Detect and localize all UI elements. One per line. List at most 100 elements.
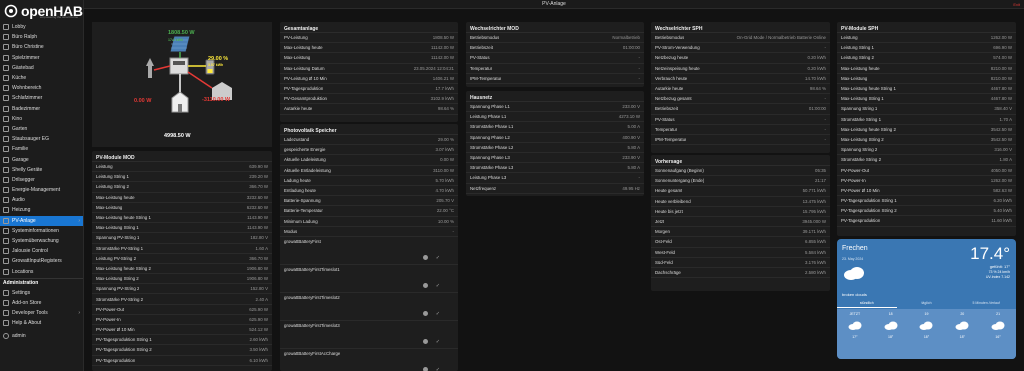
checkmark-icon[interactable]: ✓ [436, 339, 440, 345]
sidebar-item-energie-management[interactable]: Energie-Management [0, 185, 83, 195]
clear-icon[interactable] [422, 254, 428, 260]
item-value: 2.60 kWh [249, 337, 268, 343]
weather-tab-0[interactable]: stündlich [837, 299, 897, 308]
sidebar-item-lobby[interactable]: Lobby [0, 22, 83, 32]
item-value: 5.00 A [627, 124, 640, 130]
item-value: 639.90 W [249, 164, 268, 170]
list-item: PV-Power-In 625.90 W [92, 315, 272, 325]
checkmark-icon[interactable]: ✓ [436, 255, 440, 261]
item-value: 3945.000 W [802, 219, 826, 225]
sidebar-item-b-ro-ralph[interactable]: Büro Ralph [0, 32, 83, 42]
control-row[interactable]: growattBatteryFirstAcCharge ✓ [280, 349, 458, 371]
list-item: Stromstärke PV-String 2 2.40 A [92, 294, 272, 305]
control-row[interactable]: growattBatteryFirst ✓ [280, 237, 458, 265]
exit-button[interactable]: Exit [1013, 0, 1020, 9]
control-row[interactable]: growattBatteryFirstTimeslot2 ✓ [280, 293, 458, 321]
list-item: Max-Leistung heute String 1 4467.80 W [837, 84, 1016, 95]
sidebar-item-drilsegger[interactable]: Drilsegger [0, 175, 83, 185]
admin-header: Administration [0, 277, 83, 288]
list-item: Leistung Phase L1 4273.10 W [466, 112, 644, 123]
sidebar-item-jalousie-control[interactable]: Jalousie Control [0, 246, 83, 256]
item-value: 3.176 kWh [805, 259, 826, 265]
forecast-time: 19 [924, 312, 929, 316]
weather-forecast: JETZT 17° 18 18° 19 18° 20 18° 21 16° [837, 309, 1016, 359]
item-value: 8210.00 W [990, 75, 1012, 81]
clear-icon[interactable] [422, 282, 428, 288]
weather-temperature: 17.4° [970, 244, 1010, 263]
sidebar-item-locations[interactable]: Locations [0, 267, 83, 277]
sidebar-item-k-che[interactable]: Küche [0, 73, 83, 83]
list-item: Stromstärke String 2 1.80 A [837, 155, 1016, 166]
item-label: Max-Leistung [284, 55, 311, 61]
item-value: 98.64 % [809, 86, 826, 92]
sidebar-item-audio[interactable]: Audio [0, 195, 83, 205]
cloud-icon [991, 321, 1005, 330]
forecast-item: 21 16° [986, 312, 1010, 359]
admin-item-add-on-store[interactable]: Add-on Store [0, 298, 83, 308]
sidebar-item-g-stebad[interactable]: Gästebad [0, 63, 83, 73]
nav-item-icon [3, 54, 9, 61]
item-value: 5.584 kWh [805, 249, 826, 255]
item-label: PV-Status [470, 55, 490, 61]
clear-icon[interactable] [422, 338, 428, 344]
app-logo[interactable]: openHAB empowering the smart home [0, 0, 83, 22]
control-row[interactable]: growattBatteryFirstTimeslot3 ✓ [280, 321, 458, 349]
modus-row[interactable]: Modus - [280, 227, 458, 237]
list-item: Spannung PV-String 2 152.80 V [92, 284, 272, 295]
sidebar-item-garten[interactable]: Garten [0, 124, 83, 134]
list-item: PV-Gesamtproduktion 3102.9 kWh [280, 94, 458, 105]
sidebar-item-system-berwachung[interactable]: Systemüberwachung [0, 236, 83, 246]
list-item: Max-Leistung 8210.00 W [837, 74, 1016, 84]
admin-item-developer-tools[interactable]: Developer Tools › [0, 308, 83, 318]
weather-tab-1[interactable]: täglich [897, 299, 957, 308]
item-label: Spannung PV-String 1 [96, 235, 140, 241]
sidebar-item-label: Drilsegger [12, 176, 35, 183]
admin-item-settings[interactable]: Settings [0, 288, 83, 298]
user-name: admin [12, 332, 26, 339]
list-item: Heute bis jetzt 15.795 kWh [651, 207, 830, 217]
sidebar-item-growattinputregisters[interactable]: GrowattInputRegisters [0, 256, 83, 266]
weather-tab-2[interactable]: 5 Minuten-Verlauf [956, 299, 1016, 308]
checkmark-icon[interactable]: ✓ [436, 367, 440, 371]
item-value: 1262.00 W [990, 35, 1012, 41]
sidebar-item-systeminformationen[interactable]: Systeminformationen [0, 226, 83, 236]
list-item: Batterie-Temperatur 22.00 °C [280, 206, 458, 217]
checkmark-icon[interactable]: ✓ [436, 311, 440, 317]
control-row[interactable]: growattBatteryFirstTimeslot1 ✓ [280, 265, 458, 293]
clear-icon[interactable] [422, 310, 428, 316]
sidebar-item-familie[interactable]: Familie [0, 144, 83, 154]
admin-item-help-about[interactable]: Help & About [0, 318, 83, 328]
list-item: Max-Leistung heute String 1 1143.90 W [92, 213, 272, 224]
item-value: 574.00 W [993, 55, 1012, 61]
sidebar-item-label: Energie-Management [12, 187, 61, 194]
sidebar-item-label: Wohnbereich [12, 85, 42, 92]
item-label: PV-Leistung Ø 10 Min [284, 75, 327, 81]
sidebar-item-staubsauger-eg[interactable]: Staubsauger EG [0, 134, 83, 144]
topbar: PV-Anlage Exit [84, 0, 1024, 9]
card-title: Hausnetz [466, 91, 644, 102]
sidebar-item-wohnbereich[interactable]: Wohnbereich [0, 83, 83, 93]
sidebar-item-shelly-ger-te[interactable]: Shelly Geräte [0, 165, 83, 175]
cloud-icon [848, 321, 862, 330]
item-label: Max-Leistung [841, 75, 868, 81]
nav-item-icon [3, 125, 9, 132]
item-value: 15.795 kWh [802, 208, 826, 214]
item-label: Max-Leistung Datum [284, 65, 325, 71]
list-item: PV-Power Ø 10 Min 582.63 W [837, 186, 1016, 196]
chevron-right-icon: › [78, 217, 80, 224]
sidebar-item-label: Systemüberwachung [12, 238, 59, 245]
sidebar-item-kino[interactable]: Kino [0, 114, 83, 124]
sidebar-item-garage[interactable]: Garage [0, 154, 83, 164]
user-profile[interactable]: admin [0, 330, 83, 340]
list-item: Max-Leistung heute String 2 3542.50 W [837, 125, 1016, 135]
sidebar-item-schlafzimmer[interactable]: Schlafzimmer [0, 93, 83, 103]
sidebar-item-badezimmer[interactable]: Badezimmer [0, 104, 83, 114]
sidebar-item-heizung[interactable]: Heizung [0, 205, 83, 215]
clear-icon[interactable] [422, 366, 428, 371]
item-value: - [638, 65, 640, 71]
sidebar-item-spielzimmer[interactable]: Spielzimmer [0, 53, 83, 63]
checkmark-icon[interactable]: ✓ [436, 283, 440, 289]
sidebar-item-b-ro-christine[interactable]: Büro Christine [0, 42, 83, 52]
sidebar-item-pv-anlage[interactable]: PV-Anlage › [0, 215, 83, 226]
nav-item-icon [3, 197, 9, 204]
